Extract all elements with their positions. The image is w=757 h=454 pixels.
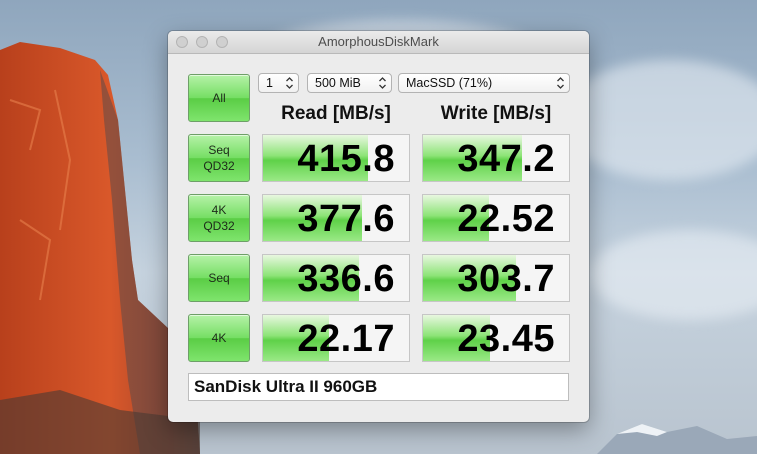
minimize-button[interactable] [196,36,208,48]
write-value: 347.2 [457,138,555,180]
comment-field[interactable]: SanDisk Ultra II 960GB [188,373,569,401]
updown-chevron-icon [379,77,386,89]
test-size-value: 500 MiB [315,76,361,90]
zoom-button[interactable] [216,36,228,48]
test-size-select[interactable]: 500 MiB [307,73,392,93]
target-drive-select[interactable]: MacSSD (71%) [398,73,570,93]
test-count-value: 1 [266,76,273,90]
4k-test-button[interactable]: 4K [188,314,250,362]
cloud [590,230,757,320]
read-value: 336.6 [297,258,395,300]
4k-read-result: 22.17 [262,314,410,362]
4k-qd32-test-button[interactable]: 4K QD32 [188,194,250,242]
updown-chevron-icon [286,77,293,89]
read-value: 22.17 [297,318,395,360]
test-count-select[interactable]: 1 [258,73,299,93]
title-bar: AmorphousDiskMark [168,31,589,54]
4k-qd32-write-result: 22.52 [422,194,570,242]
window-title: AmorphousDiskMark [318,34,439,49]
write-value: 303.7 [457,258,555,300]
read-value: 415.8 [297,138,395,180]
run-all-button[interactable]: All [188,74,250,122]
seq-qd32-test-button[interactable]: Seq QD32 [188,134,250,182]
4k-write-result: 23.45 [422,314,570,362]
snowy-mountain-image [597,424,757,454]
write-column-header: Write [MB/s] [440,103,552,124]
seq-qd32-write-result: 347.2 [422,134,570,182]
updown-chevron-icon [557,77,564,89]
read-value: 377.6 [297,198,395,240]
read-column-header: Read [MB/s] [281,103,391,124]
seq-test-button[interactable]: Seq [188,254,250,302]
4k-qd32-read-result: 377.6 [262,194,410,242]
write-value: 22.52 [457,198,555,240]
seq-write-result: 303.7 [422,254,570,302]
target-drive-value: MacSSD (71%) [406,76,493,90]
write-value: 23.45 [457,318,555,360]
seq-read-result: 336.6 [262,254,410,302]
close-button[interactable] [176,36,188,48]
app-window: AmorphousDiskMark All 1 500 MiB MacSSD (… [168,31,589,422]
seq-qd32-read-result: 415.8 [262,134,410,182]
cloud [560,60,757,180]
